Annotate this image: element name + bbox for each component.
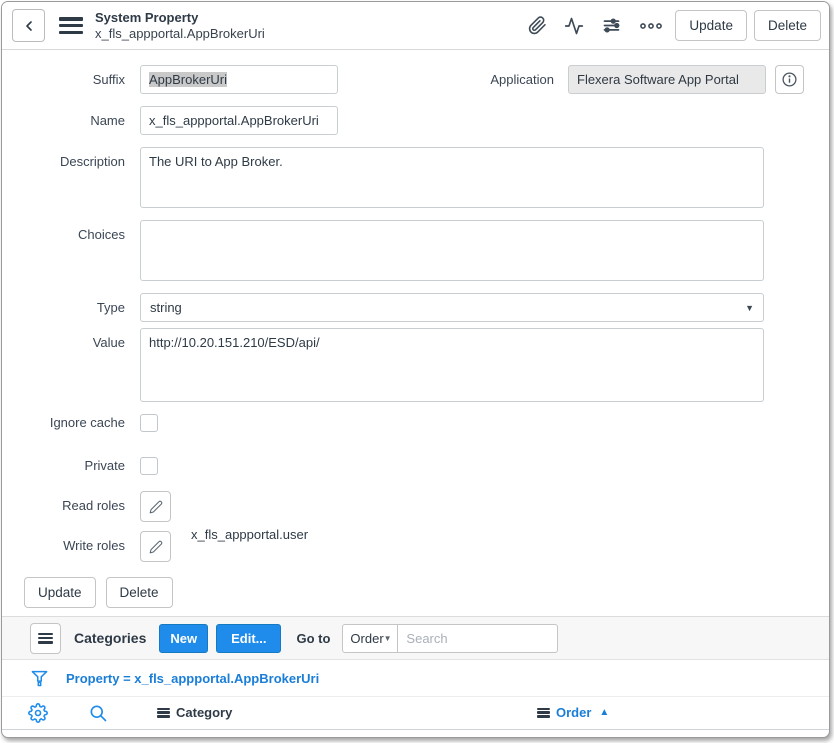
chevron-down-icon: ▼: [745, 303, 754, 313]
form-footer-buttons: Update Delete: [24, 577, 804, 616]
activity-icon: [564, 16, 584, 36]
row-private: Private: [10, 455, 804, 475]
column-order-label: Order: [556, 705, 591, 720]
description-label: Description: [10, 147, 125, 208]
row-type: Type string ▼: [10, 293, 804, 322]
column-header-order[interactable]: Order ▲: [537, 705, 609, 720]
choices-textarea[interactable]: [140, 220, 764, 281]
ignore-cache-checkbox[interactable]: [140, 414, 158, 432]
suffix-label: Suffix: [10, 65, 125, 94]
gear-icon[interactable]: [28, 703, 48, 723]
delete-button-bottom[interactable]: Delete: [106, 577, 173, 608]
type-select[interactable]: string ▼: [140, 293, 764, 322]
private-checkbox[interactable]: [140, 457, 158, 475]
more-options-button[interactable]: [634, 18, 668, 34]
read-roles-edit-button[interactable]: [140, 491, 171, 522]
write-roles-value: x_fls_appportal.user: [191, 527, 308, 562]
related-list-title: Categories: [74, 630, 146, 646]
update-button-bottom[interactable]: Update: [24, 577, 96, 608]
funnel-icon[interactable]: [30, 668, 49, 688]
suffix-input[interactable]: AppBrokerUri: [140, 65, 338, 94]
edit-button[interactable]: Edit...: [216, 624, 281, 653]
new-button[interactable]: New: [159, 624, 208, 653]
suffix-selected-text: AppBrokerUri: [149, 72, 227, 87]
ignore-cache-label: Ignore cache: [10, 412, 125, 432]
paperclip-icon: [528, 16, 547, 35]
row-name: Name: [10, 106, 804, 135]
list-search-input[interactable]: [398, 624, 558, 653]
type-label: Type: [10, 293, 125, 322]
value-label: Value: [10, 328, 125, 402]
value-textarea[interactable]: http://10.20.151.210/ESD/api/: [140, 328, 764, 402]
type-select-value: string: [150, 300, 182, 315]
application-group: Application Flexera Software App Portal: [490, 65, 804, 94]
system-property-window: System Property x_fls_appportal.AppBroke…: [1, 1, 830, 738]
pencil-icon: [149, 540, 163, 554]
row-read-roles: Read roles: [10, 491, 804, 522]
record-form: Suffix AppBrokerUri Application Flexera …: [2, 50, 829, 616]
page-title: System Property: [95, 10, 265, 26]
name-input[interactable]: [140, 106, 338, 135]
goto-select-value: Order: [350, 631, 383, 646]
application-info-button[interactable]: [775, 65, 804, 94]
back-button[interactable]: [12, 9, 45, 42]
filter-breadcrumb[interactable]: Property = x_fls_appportal.AppBrokerUri: [66, 671, 319, 686]
record-title-block: System Property x_fls_appportal.AppBroke…: [95, 10, 265, 42]
goto-field-select[interactable]: Order ▼: [342, 624, 398, 653]
row-ignore-cache: Ignore cache: [10, 412, 804, 432]
row-suffix-application: Suffix AppBrokerUri Application Flexera …: [10, 65, 804, 94]
row-value: Value http://10.20.151.210/ESD/api/: [10, 328, 804, 402]
row-description: Description The URI to App Broker.: [10, 147, 804, 208]
write-roles-edit-button[interactable]: [140, 531, 171, 562]
chevron-left-icon: [21, 18, 37, 34]
update-button[interactable]: Update: [675, 10, 747, 41]
activity-stream-button[interactable]: [559, 14, 589, 38]
row-choices: Choices: [10, 220, 804, 281]
hamburger-icon: [38, 633, 53, 644]
application-field: Flexera Software App Portal: [568, 65, 766, 94]
goto-label: Go to: [296, 631, 330, 646]
list-filter-row: Property = x_fls_appportal.AppBrokerUri: [2, 660, 829, 697]
choices-label: Choices: [10, 220, 125, 281]
attachments-button[interactable]: [523, 14, 552, 37]
list-context-menu-button[interactable]: [30, 623, 61, 654]
search-icon[interactable]: [88, 703, 108, 723]
column-category-label: Category: [176, 705, 232, 720]
chevron-down-icon: ▼: [384, 634, 392, 643]
three-dots-icon: [639, 20, 663, 32]
personalize-form-button[interactable]: [596, 13, 627, 38]
name-label: Name: [10, 106, 125, 135]
description-textarea[interactable]: The URI to App Broker.: [140, 147, 764, 208]
column-menu-icon[interactable]: [537, 708, 550, 718]
read-roles-label: Read roles: [10, 491, 125, 522]
related-list-toolbar: Categories New Edit... Go to Order ▼: [2, 616, 829, 660]
form-context-menu-icon[interactable]: [59, 17, 83, 34]
private-label: Private: [10, 455, 125, 475]
page-subtitle: x_fls_appportal.AppBrokerUri: [95, 26, 265, 42]
sort-ascending-icon: ▲: [599, 707, 609, 718]
delete-button[interactable]: Delete: [754, 10, 821, 41]
categories-related-list: Categories New Edit... Go to Order ▼ Pro…: [2, 616, 829, 730]
form-header: System Property x_fls_appportal.AppBroke…: [2, 2, 829, 50]
pencil-icon: [149, 500, 163, 514]
sliders-icon: [601, 15, 622, 36]
column-header-category[interactable]: Category: [157, 705, 232, 720]
application-label: Application: [490, 65, 554, 87]
list-header-row: Category Order ▲: [2, 697, 829, 730]
header-actions: Update Delete: [523, 10, 821, 41]
row-write-roles: Write roles x_fls_appportal.user: [10, 531, 804, 562]
info-icon: [781, 71, 798, 88]
column-menu-icon[interactable]: [157, 708, 170, 718]
write-roles-label: Write roles: [10, 531, 125, 562]
